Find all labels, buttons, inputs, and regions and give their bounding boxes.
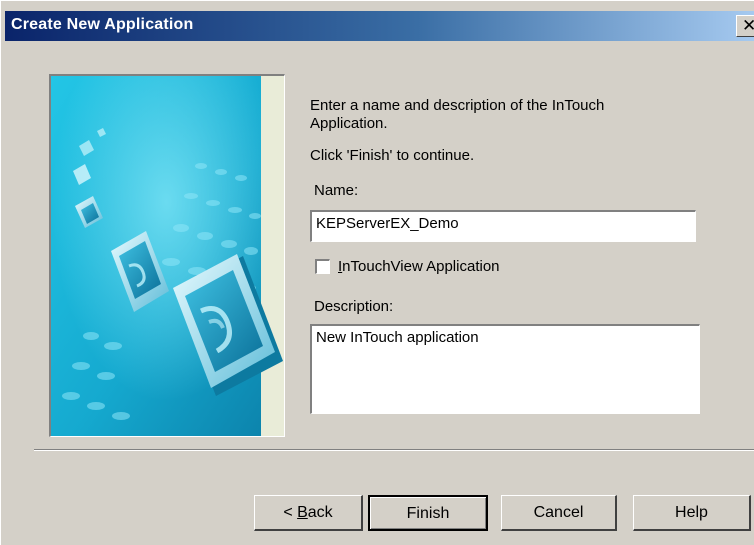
title-bar[interactable]: Create New Application ✕ (5, 11, 754, 41)
help-button[interactable]: Help (633, 495, 751, 531)
intouchview-checkbox-label[interactable]: InTouchView Application (338, 258, 500, 276)
button-separator (34, 449, 754, 451)
back-mnemonic: B (297, 504, 308, 521)
back-prefix: < (283, 504, 298, 521)
cancel-button[interactable]: Cancel (501, 495, 617, 531)
back-rest: ack (307, 504, 333, 521)
finish-button[interactable]: Finish (368, 495, 488, 531)
description-label: Description: (314, 298, 394, 315)
close-icon: ✕ (742, 16, 754, 36)
intro-text-line2: Application. (310, 115, 388, 132)
description-field-value: New InTouch application (316, 329, 479, 346)
help-label: Help (675, 504, 708, 521)
name-field[interactable]: KEPServerEX_Demo (310, 210, 696, 242)
cancel-label: Cancel (533, 504, 584, 521)
back-button[interactable]: < Back (254, 495, 363, 531)
description-field[interactable]: New InTouch application (310, 324, 700, 414)
wizard-artwork (49, 74, 285, 437)
instruction-text: Click 'Finish' to continue. (310, 147, 475, 164)
name-field-value: KEPServerEX_Demo (316, 215, 459, 232)
close-button[interactable]: ✕ (736, 15, 754, 37)
intro-text-line1: Enter a name and description of the InTo… (310, 97, 605, 114)
name-label: Name: (314, 182, 359, 199)
dialog-window: Create New Application ✕ Enter a name an… (0, 0, 754, 545)
intouchview-checkbox[interactable] (315, 259, 330, 274)
window-title: Create New Application (11, 16, 194, 33)
checkbox-label-rest: nTouchView Application (342, 258, 500, 275)
finish-label: Finish (406, 505, 450, 522)
